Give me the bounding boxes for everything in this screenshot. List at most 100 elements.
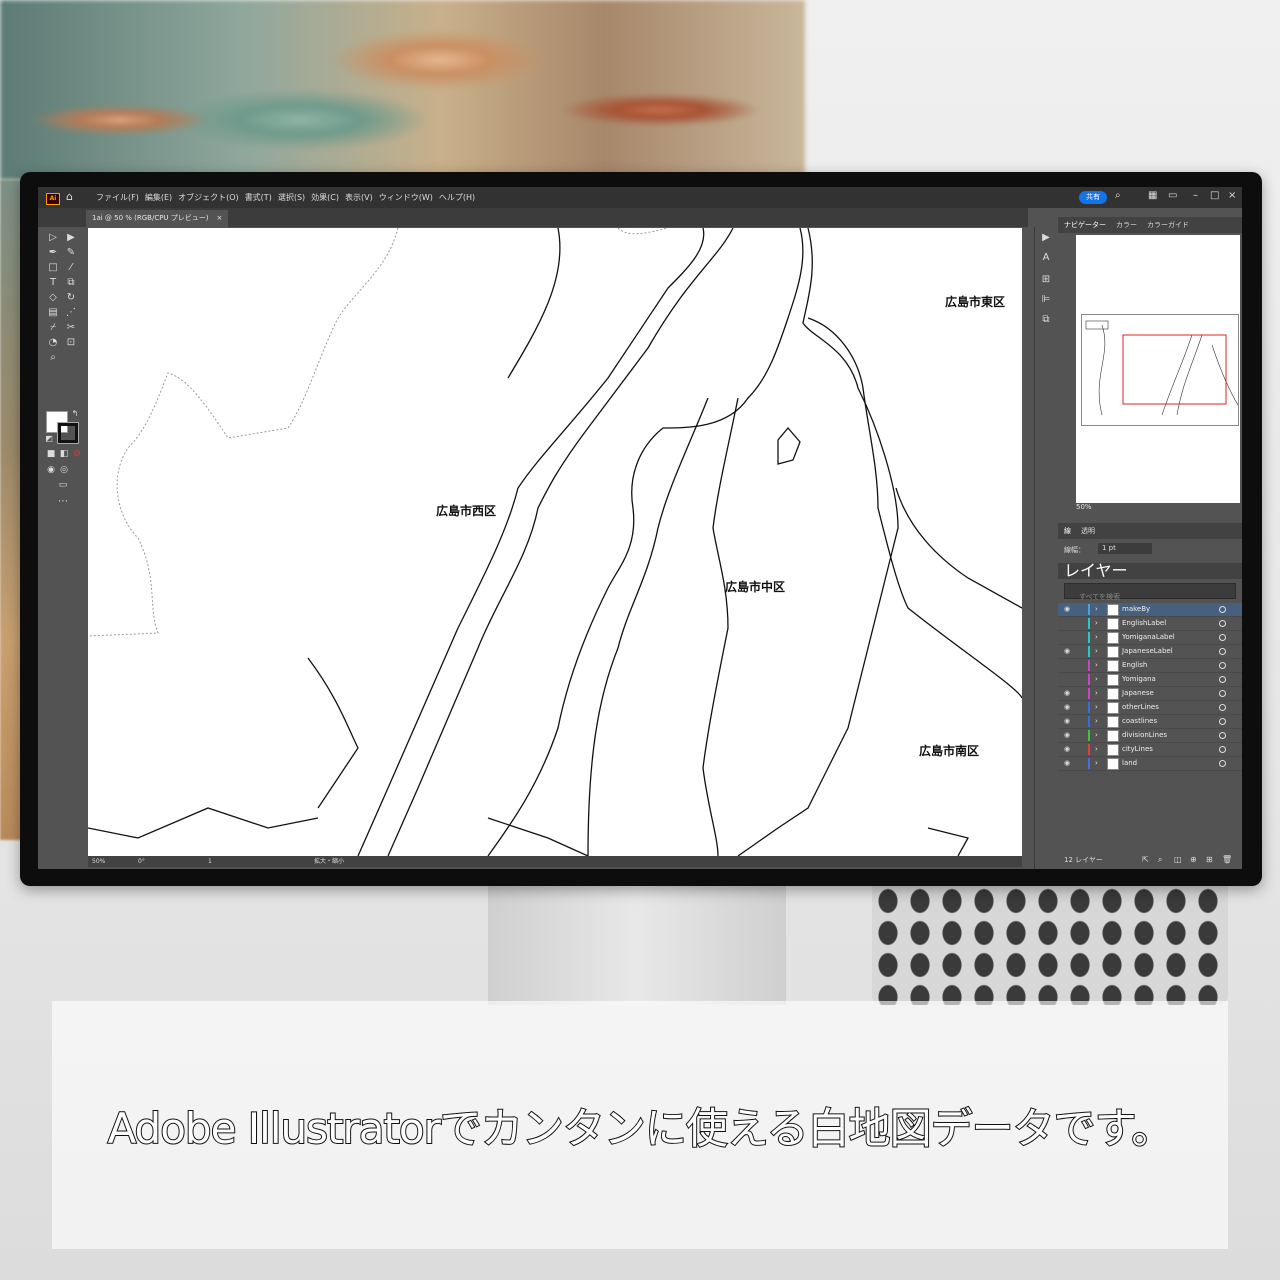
target-circle-icon[interactable]: [1219, 634, 1226, 641]
tab-color[interactable]: カラー: [1116, 217, 1137, 233]
delete-layer-icon[interactable]: 🗑: [1222, 851, 1232, 869]
new-layer-icon[interactable]: ⊞: [1206, 851, 1213, 869]
visibility-eye-icon[interactable]: ◉: [1064, 729, 1070, 742]
expand-arrow-icon[interactable]: ›: [1095, 645, 1098, 658]
menu-item-4[interactable]: 選択(S): [278, 192, 305, 203]
play-icon[interactable]: ▶: [1039, 231, 1053, 245]
expand-arrow-icon[interactable]: ›: [1095, 757, 1098, 770]
visibility-eye-icon[interactable]: ◉: [1064, 715, 1070, 728]
expand-arrow-icon[interactable]: ›: [1095, 729, 1098, 742]
document-tab[interactable]: 1ai @ 50 % (RGB/CPU プレビュー) ×: [86, 210, 229, 227]
blend-tool-icon[interactable]: ✂: [64, 321, 78, 335]
expand-arrow-icon[interactable]: ›: [1095, 603, 1098, 616]
layer-row-divisionLines[interactable]: ◉ › divisionLines: [1058, 729, 1242, 743]
scale-tool-icon[interactable]: ⧉: [64, 276, 78, 290]
target-circle-icon[interactable]: [1219, 690, 1226, 697]
target-circle-icon[interactable]: [1219, 760, 1226, 767]
export-icon[interactable]: ⇱: [1142, 851, 1149, 869]
menu-item-7[interactable]: ウィンドウ(W): [379, 192, 433, 203]
menu-item-5[interactable]: 効果(C): [311, 192, 339, 203]
menu-item-8[interactable]: ヘルプ(H): [439, 192, 475, 203]
map-label-minami[interactable]: 広島市南区: [919, 742, 979, 759]
workspace-icon[interactable]: ▭: [1168, 190, 1177, 201]
layer-row-Japanese[interactable]: ◉ › Japanese: [1058, 687, 1242, 701]
direct-selection-tool-icon[interactable]: ▶: [64, 231, 78, 245]
mesh-tool-icon[interactable]: ⋰: [64, 306, 78, 320]
target-circle-icon[interactable]: [1219, 718, 1226, 725]
visibility-eye-icon[interactable]: ◉: [1064, 743, 1070, 756]
selection-tool-icon[interactable]: ▷: [46, 231, 60, 245]
eyedropper-tool-icon[interactable]: ⌿: [46, 321, 60, 335]
expand-arrow-icon[interactable]: ›: [1095, 673, 1098, 686]
expand-arrow-icon[interactable]: ›: [1095, 631, 1098, 644]
draw-mode-icon[interactable]: ◉: [44, 463, 58, 477]
expand-arrow-icon[interactable]: ›: [1095, 687, 1098, 700]
expand-arrow-icon[interactable]: ›: [1095, 617, 1098, 630]
curvature-tool-icon[interactable]: ✎: [64, 246, 78, 260]
default-colors-icon[interactable]: ◩: [42, 432, 56, 446]
navigator-zoom[interactable]: 50%: [1076, 503, 1092, 511]
clipping-mask-icon[interactable]: ◫: [1174, 851, 1182, 869]
artboard-tool-icon[interactable]: ⊡: [64, 336, 78, 350]
expand-arrow-icon[interactable]: ›: [1095, 715, 1098, 728]
layer-row-Yomigana[interactable]: › Yomigana: [1058, 673, 1242, 687]
tab-stroke[interactable]: 線: [1064, 523, 1071, 539]
menu-item-3[interactable]: 書式(T): [245, 192, 272, 203]
layer-row-land[interactable]: ◉ › land: [1058, 757, 1242, 771]
rotate-tool-icon[interactable]: ↻: [64, 291, 78, 305]
menu-item-6[interactable]: 表示(V): [345, 192, 373, 203]
search-icon[interactable]: ⌕: [1115, 190, 1121, 201]
map-label-nishi[interactable]: 広島市西区: [436, 502, 496, 519]
brush-tool-icon[interactable]: ⁄: [64, 261, 78, 275]
tab-navigator[interactable]: ナビゲーター: [1064, 217, 1106, 233]
target-circle-icon[interactable]: [1219, 648, 1226, 655]
menu-item-1[interactable]: 編集(E): [145, 192, 172, 203]
draw-behind-icon[interactable]: ◎: [57, 463, 71, 477]
status-rotation[interactable]: 0°: [138, 856, 145, 867]
new-sublayer-icon[interactable]: ⊕: [1190, 851, 1197, 869]
layer-row-English[interactable]: › English: [1058, 659, 1242, 673]
expand-arrow-icon[interactable]: ›: [1095, 659, 1098, 672]
status-zoom[interactable]: 50%: [92, 856, 105, 867]
layer-row-EnglishLabel[interactable]: › EnglishLabel: [1058, 617, 1242, 631]
transform-icon[interactable]: ⊞: [1039, 273, 1053, 287]
map-label-naka[interactable]: 広島市中区: [725, 578, 785, 595]
pen-tool-icon[interactable]: ✒: [46, 246, 60, 260]
visibility-eye-icon[interactable]: ◉: [1064, 645, 1070, 658]
visibility-eye-icon[interactable]: ◉: [1064, 757, 1070, 770]
target-circle-icon[interactable]: [1219, 620, 1226, 627]
target-circle-icon[interactable]: [1219, 746, 1226, 753]
expand-arrow-icon[interactable]: ›: [1095, 743, 1098, 756]
layers-search-input[interactable]: すべてを検索: [1064, 583, 1236, 601]
character-icon[interactable]: A: [1039, 251, 1053, 265]
rectangle-tool-icon[interactable]: □: [46, 261, 60, 275]
stroke-weight-field[interactable]: 1 pt: [1098, 543, 1152, 554]
expand-arrow-icon[interactable]: ›: [1095, 701, 1098, 714]
type-tool-icon[interactable]: T: [46, 276, 60, 290]
arrange-documents-icon[interactable]: ▦: [1148, 190, 1157, 201]
none-mode-icon[interactable]: ⊘: [70, 447, 84, 461]
align-icon[interactable]: ⊫: [1039, 293, 1053, 307]
layer-row-otherLines[interactable]: ◉ › otherLines: [1058, 701, 1242, 715]
share-button[interactable]: 共有: [1079, 191, 1107, 204]
eraser-tool-icon[interactable]: ◇: [46, 291, 60, 305]
stroke-swatch[interactable]: [57, 422, 79, 444]
map-label-higashi[interactable]: 広島市東区: [945, 293, 1005, 310]
close-icon[interactable]: ×: [1228, 190, 1236, 201]
visibility-eye-icon[interactable]: ◉: [1064, 701, 1070, 714]
target-circle-icon[interactable]: [1219, 676, 1226, 683]
visibility-eye-icon[interactable]: ◉: [1064, 687, 1070, 700]
gradient-mode-icon[interactable]: ◧: [57, 447, 71, 461]
zoom-tool-icon[interactable]: ⌕: [46, 351, 60, 365]
target-circle-icon[interactable]: [1219, 704, 1226, 711]
close-tab-icon[interactable]: ×: [217, 214, 223, 222]
layer-row-JapaneseLabel[interactable]: ◉ › JapaneseLabel: [1058, 645, 1242, 659]
layer-row-YomiganaLabel[interactable]: › YomiganaLabel: [1058, 631, 1242, 645]
swap-colors-icon[interactable]: ↰: [68, 407, 82, 421]
minimize-icon[interactable]: –: [1193, 190, 1198, 201]
tab-color-guide[interactable]: カラーガイド: [1147, 217, 1189, 233]
target-circle-icon[interactable]: [1219, 606, 1226, 613]
tab-transparency[interactable]: 透明: [1081, 523, 1095, 539]
color-mode-icon[interactable]: ■: [44, 447, 58, 461]
screen-mode-icon[interactable]: ▭: [56, 478, 70, 492]
